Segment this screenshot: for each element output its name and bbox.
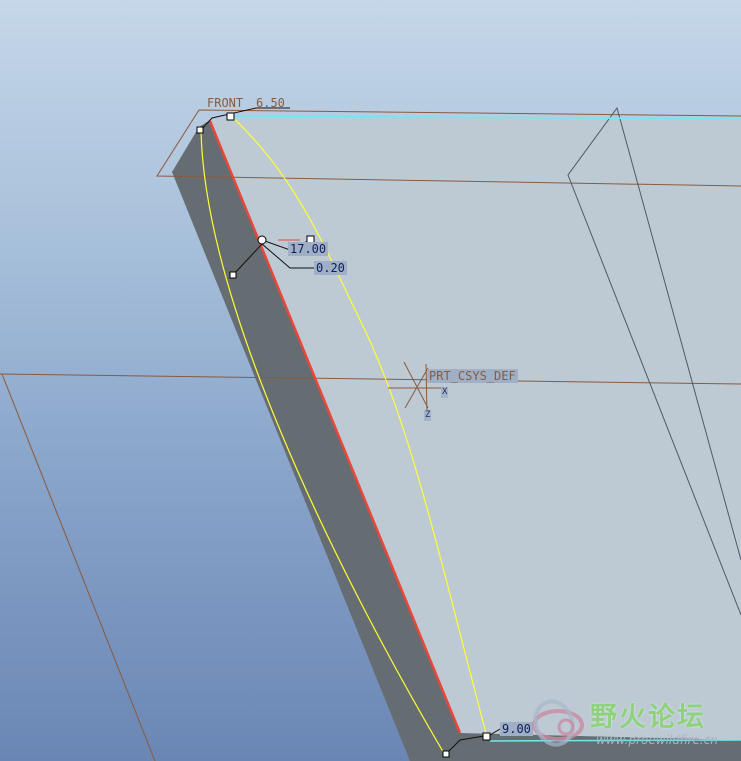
csys-label[interactable]: PRT_CSYS_DEF [427, 369, 518, 383]
sketch-handle[interactable] [442, 750, 450, 758]
sketch-handle-center[interactable] [257, 235, 267, 245]
model-viewport[interactable]: FRONT 6.50 17.00 0.20 9.00 PRT_CSYS_DEF … [0, 0, 741, 761]
csys-axis-z-label: Z [424, 410, 432, 421]
csys-axis-x-label: X [441, 387, 449, 398]
watermark-title: 野火论坛 [590, 702, 706, 733]
sketch-handle[interactable] [226, 112, 235, 121]
sketch-handle[interactable] [196, 126, 204, 134]
datum-plane-left-edge [1, 373, 156, 761]
dimension-0-20[interactable]: 0.20 [314, 261, 347, 275]
datum-label-front[interactable]: FRONT [207, 96, 243, 110]
model-geometry [0, 106, 741, 761]
flame-logo-icon [532, 699, 584, 747]
dimension-6-50[interactable]: 6.50 [256, 96, 285, 110]
dimension-17-00[interactable]: 17.00 [288, 242, 329, 256]
sketch-handle[interactable] [482, 732, 491, 741]
watermark-url: www.proewildfire.cn [596, 733, 718, 747]
sketch-handle[interactable] [229, 271, 237, 279]
watermark-logo: 野火论坛 www.proewildfire.cn [528, 693, 733, 755]
